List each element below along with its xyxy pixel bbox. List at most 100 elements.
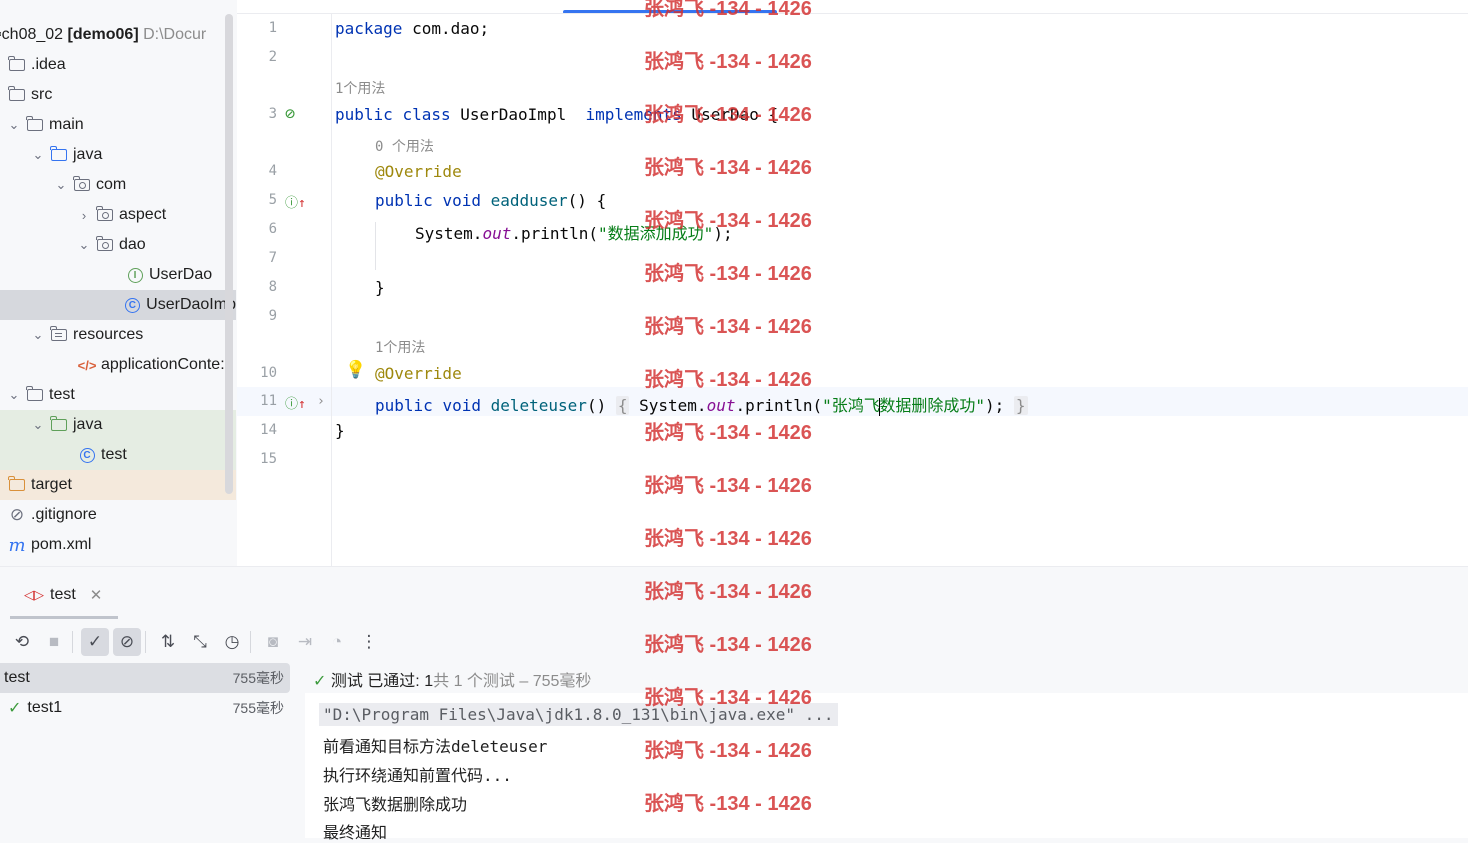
xml-file-icon: </>: [77, 357, 97, 373]
tree-item-userdao[interactable]: I UserDao: [0, 260, 236, 290]
code-text: com.dao;: [402, 19, 490, 38]
chevron-down-icon[interactable]: ⌄: [53, 177, 69, 193]
folded-brace[interactable]: }: [1013, 396, 1028, 415]
tree-item-resources[interactable]: ⌄ resources: [0, 320, 236, 350]
tree-label: resources: [73, 326, 144, 343]
code-line-11: public void deleteuser() { System.out.pr…: [375, 392, 1028, 416]
code-text: );: [713, 224, 733, 243]
line-number: 15: [260, 451, 277, 467]
string-literal: "数据添加成功": [598, 224, 714, 243]
tree-item-com[interactable]: ⌄ com: [0, 170, 236, 200]
usages-hint[interactable]: 1个用法: [375, 337, 425, 357]
no-aspect-advice-icon[interactable]: ⊘: [285, 104, 295, 124]
test-name: test: [4, 669, 30, 686]
code-text: }: [335, 421, 345, 440]
run-toolbar: ⟲ ■ ✓ ⊘ ⇅ ⤡ ◷ ◙ ⇥ ◔ ⋮: [0, 625, 420, 659]
tree-item-test[interactable]: ⌄ test: [0, 380, 236, 410]
code-line-3: public class UserDaoImpl implements User…: [335, 105, 778, 124]
class-icon: C: [78, 447, 96, 463]
tree-label: applicationConte:: [101, 356, 225, 373]
keyword: void: [442, 191, 481, 210]
code-line-8: }: [375, 278, 385, 297]
tree-item-pom[interactable]: m pom.xml: [0, 530, 236, 560]
code-text: );: [984, 396, 1005, 415]
folded-brace[interactable]: {: [615, 396, 630, 415]
string-literal: "张鸿飞: [822, 396, 880, 415]
console-output[interactable]: ✓ 测试 已通过: 1共 1 个测试 – 755毫秒 "D:\Program F…: [305, 663, 1468, 842]
class-icon: C: [124, 297, 142, 313]
project-scrollbar[interactable]: [225, 14, 233, 494]
fold-expand-icon[interactable]: ›: [317, 394, 325, 409]
maven-icon: m: [8, 534, 26, 556]
test-item-test1[interactable]: ✓ test1 755毫秒: [0, 693, 290, 723]
chevron-down-icon[interactable]: ⌄: [6, 117, 22, 133]
test-item-root[interactable]: test 755毫秒: [0, 663, 290, 693]
code-text: .println(: [511, 224, 599, 243]
line-number: 5: [268, 192, 277, 208]
collapse-icon[interactable]: ⤡: [186, 628, 214, 656]
folder-icon: [26, 116, 44, 133]
tree-item-applicationcontext[interactable]: </> applicationConte:: [0, 350, 236, 380]
tree-item-main[interactable]: ⌄ main: [0, 110, 236, 140]
tree-item-java-test[interactable]: ⌄ java: [0, 410, 236, 440]
coverage-icon[interactable]: ◔: [323, 628, 351, 656]
sort-icon[interactable]: ⇅: [154, 628, 182, 656]
usages-hint[interactable]: 0 个用法: [375, 136, 434, 156]
show-passed-icon[interactable]: ✓: [81, 628, 109, 656]
run-tab[interactable]: ◁▷ test ✕: [10, 577, 118, 619]
lightbulb-icon[interactable]: 💡: [345, 360, 366, 380]
close-icon[interactable]: ✕: [90, 586, 103, 604]
root-module: [demo06]: [67, 26, 139, 43]
import-icon[interactable]: ⇥: [291, 628, 319, 656]
tree-root[interactable]: ▫ ch08_02 [demo06] D:\Docur: [0, 20, 236, 50]
camera-icon[interactable]: ◙: [259, 628, 287, 656]
keyword: public: [335, 105, 393, 124]
tree-item-gitignore[interactable]: ⊘ .gitignore: [0, 500, 236, 530]
code-line-1: package com.dao;: [335, 19, 489, 38]
tab-separator: [237, 13, 1468, 14]
chevron-down-icon[interactable]: ⌄: [6, 387, 22, 403]
tree-label: com: [96, 176, 127, 193]
keyword: void: [442, 396, 481, 415]
chevron-down-icon[interactable]: ⌄: [30, 417, 46, 433]
more-icon[interactable]: ⋮: [355, 628, 383, 656]
implements-method-icon[interactable]: ⓘ↑: [285, 192, 306, 211]
toolbar-separator: [72, 631, 73, 653]
history-icon[interactable]: ◷: [218, 628, 246, 656]
code-line-5: public void eadduser() {: [375, 191, 606, 210]
tree-label: main: [49, 116, 84, 133]
code-editor[interactable]: 1 2 3 4 5 6 7 8 9 10 11 14 15 ⊘ ⓘ↑ ⓘ↑ › …: [237, 0, 1468, 566]
tree-item-java-main[interactable]: ⌄ java: [0, 140, 236, 170]
chevron-right-icon[interactable]: ›: [76, 208, 92, 223]
run-tab-label: test: [50, 586, 76, 603]
chevron-down-icon[interactable]: ⌄: [30, 327, 46, 343]
tree-item-src[interactable]: src: [0, 80, 236, 110]
tree-label: target: [31, 476, 72, 493]
annotation: @Override: [375, 162, 462, 181]
resources-folder-icon: [50, 326, 68, 343]
tree-item-dao[interactable]: ⌄ dao: [0, 230, 236, 260]
console-line: 执行环绕通知前置代码...: [323, 766, 512, 785]
tree-item-test-class[interactable]: Ctest: [0, 440, 236, 470]
keyword: class: [402, 105, 451, 124]
implements-method-icon[interactable]: ⓘ↑: [285, 393, 306, 412]
tree-item-userdaoimpl[interactable]: C UserDaoImp: [0, 290, 236, 320]
tree-label: aspect: [119, 206, 167, 223]
package-icon: [96, 236, 114, 253]
root-name: ch08_02: [1, 26, 64, 43]
line-number: 7: [268, 250, 277, 266]
chevron-down-icon[interactable]: ⌄: [30, 147, 46, 163]
show-ignored-icon[interactable]: ⊘: [113, 628, 141, 656]
usages-hint[interactable]: 1个用法: [335, 78, 385, 98]
tree-item-idea[interactable]: .idea: [0, 50, 236, 80]
stop-icon[interactable]: ■: [40, 628, 68, 656]
static-field: out: [482, 224, 512, 243]
tree-item-aspect[interactable]: › aspect: [0, 200, 236, 230]
chevron-down-icon[interactable]: ⌄: [76, 237, 92, 253]
rerun-icon[interactable]: ⟲: [8, 628, 36, 656]
interface-icon: I: [126, 267, 144, 283]
toolbar-separator: [250, 631, 251, 653]
junit-run-icon: ◁▷: [24, 587, 44, 602]
tree-label: test: [101, 446, 127, 463]
tree-item-target[interactable]: target: [0, 470, 236, 500]
